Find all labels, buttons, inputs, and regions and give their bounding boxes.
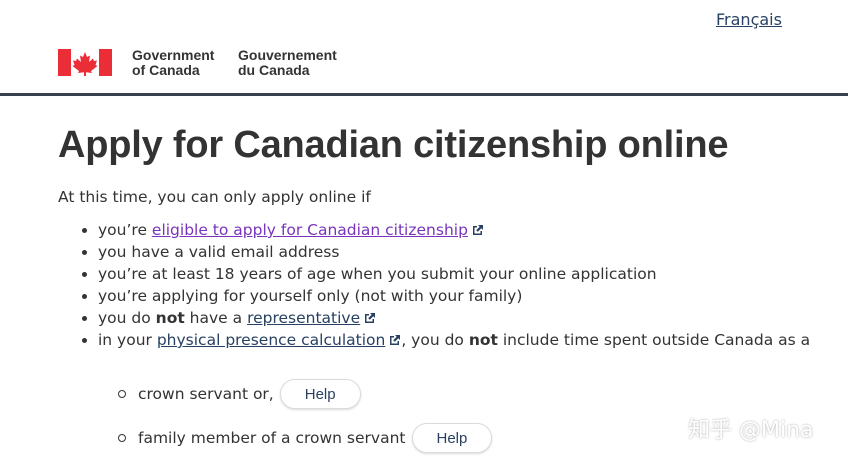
- signature-french: Gouvernement du Canada: [238, 48, 337, 78]
- signature-en-line1: Government: [132, 47, 215, 63]
- intro-text: At this time, you can only apply online …: [58, 188, 371, 206]
- watermark: 知乎 @Mina: [688, 418, 814, 443]
- crown-servant-sublist: crown servant or, Help family member of …: [118, 378, 493, 466]
- signature-fr-line1: Gouvernement: [238, 47, 337, 63]
- item-text: you do: [98, 309, 156, 327]
- eligibility-list: you’re eligible to apply for Canadian ci…: [58, 219, 818, 351]
- circle-bullet-icon: [118, 390, 126, 398]
- circle-bullet-icon: [118, 434, 126, 442]
- external-link-icon: [365, 313, 376, 323]
- list-item: you have a valid email address: [98, 241, 818, 263]
- list-item: you’re at least 18 years of age when you…: [98, 263, 818, 285]
- external-link-icon: [472, 225, 483, 235]
- emphasis-not: not: [155, 309, 185, 327]
- external-link-icon: [390, 335, 401, 345]
- language-toggle-link[interactable]: Français: [716, 10, 782, 29]
- canada-flag-icon: [58, 49, 112, 76]
- list-item: you do not have a representative: [98, 307, 818, 329]
- item-text: include time spent outside Canada as a: [497, 331, 811, 349]
- list-item: in your physical presence calculation , y…: [98, 329, 818, 351]
- list-item: you’re applying for yourself only (not w…: [98, 285, 818, 307]
- signature-fr-line2: du Canada: [238, 62, 310, 78]
- item-text: , you do: [401, 331, 469, 349]
- emphasis-not: not: [468, 331, 498, 349]
- sub-item-text: family member of a crown servant: [138, 429, 406, 447]
- help-button-family-member[interactable]: Help: [411, 423, 493, 453]
- signature-english: Government of Canada: [132, 48, 214, 78]
- physical-presence-link[interactable]: physical presence calculation: [157, 331, 385, 349]
- representative-link[interactable]: representative: [247, 309, 360, 327]
- sub-list-item: family member of a crown servant Help: [118, 422, 493, 454]
- signature-en-line2: of Canada: [132, 62, 200, 78]
- help-button-crown-servant[interactable]: Help: [279, 379, 361, 409]
- sub-list-item: crown servant or, Help: [118, 378, 492, 410]
- sub-item-text: crown servant or,: [138, 385, 274, 403]
- item-text: have a: [184, 309, 248, 327]
- page-title: Apply for Canadian citizenship online: [58, 124, 729, 166]
- header-divider: [0, 93, 848, 96]
- item-text: in your: [98, 331, 157, 349]
- eligibility-link[interactable]: eligible to apply for Canadian citizensh…: [152, 221, 468, 239]
- list-item: you’re eligible to apply for Canadian ci…: [98, 219, 818, 241]
- item-text: you’re: [98, 221, 152, 239]
